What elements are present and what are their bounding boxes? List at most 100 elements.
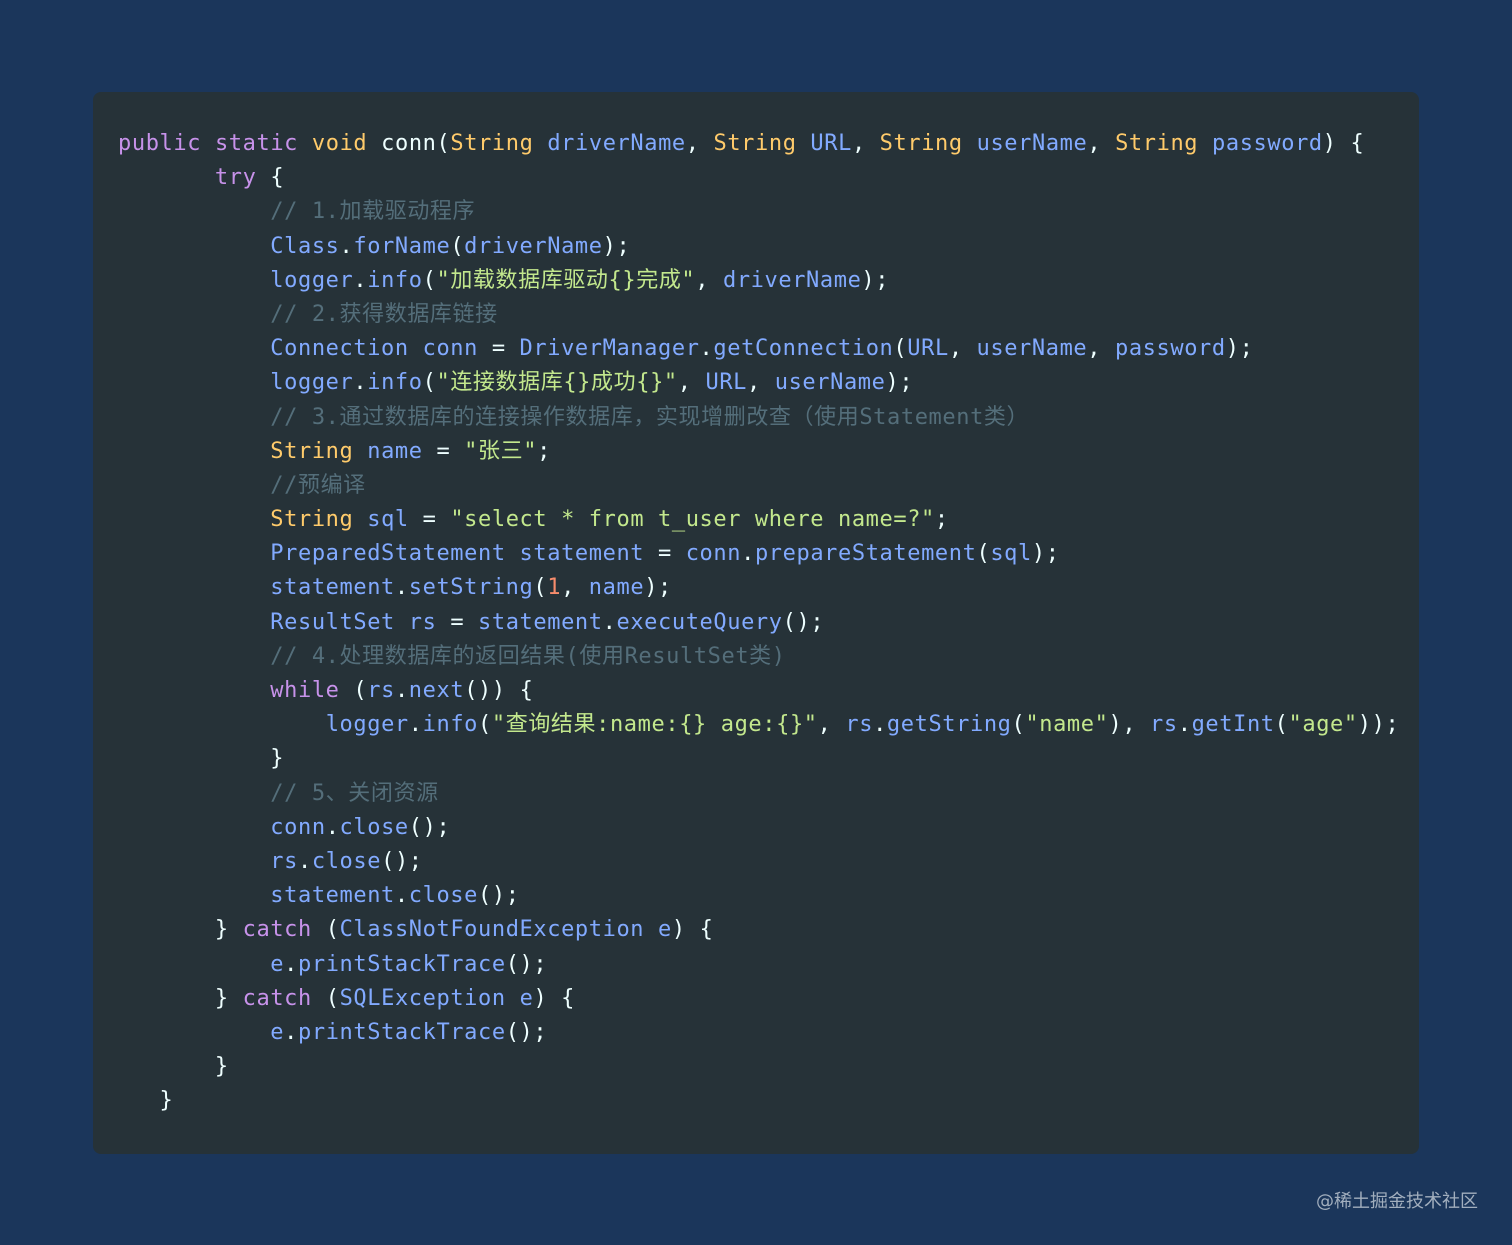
code-token: ( — [1274, 712, 1289, 738]
code-token: printStackTrace — [298, 951, 506, 977]
code-line: try { — [118, 161, 1399, 195]
code-token: forName — [353, 233, 451, 259]
code-token: rs — [1150, 712, 1178, 738]
code-token: (); — [478, 883, 520, 909]
code-token: setString — [408, 575, 534, 601]
code-token: (); — [408, 814, 451, 840]
code-token: rs — [367, 678, 395, 703]
code-token: . — [394, 883, 409, 909]
code-token: ; — [537, 438, 551, 464]
code-token: String — [879, 131, 963, 156]
code-token: } — [214, 917, 243, 943]
code-token: = — [408, 507, 451, 533]
code-token: , — [851, 131, 880, 156]
code-token: next — [408, 678, 465, 703]
code-token: executeQuery — [616, 609, 783, 635]
code-token: e — [270, 951, 285, 977]
code-line: String name = "张三"; — [118, 435, 1399, 469]
code-token: , — [1087, 336, 1115, 362]
code-token: . — [602, 609, 617, 635]
code-token: ); — [602, 233, 631, 259]
code-token: conn — [270, 814, 326, 840]
code-token: ) { — [671, 917, 714, 943]
code-token: rs — [270, 848, 298, 874]
code-token: ); — [644, 575, 672, 601]
code-token: . — [394, 678, 409, 703]
code-token: try — [214, 165, 257, 191]
code-token: logger — [325, 712, 409, 738]
code-line: } — [118, 1050, 1399, 1084]
code-token: (); — [381, 848, 423, 874]
code-token: URL — [907, 336, 949, 362]
code-token: . — [325, 814, 340, 840]
code-line: logger.info("加载数据库驱动{}完成", driverName); — [118, 264, 1399, 298]
code-token: . — [1177, 712, 1192, 738]
code-line: } catch (ClassNotFoundException e) { — [118, 913, 1399, 947]
code-token: = — [436, 609, 479, 635]
code-line: statement.close(); — [118, 879, 1399, 913]
code-token: info — [367, 267, 423, 293]
code-line: // 5、关闭资源 — [118, 777, 1399, 811]
code-line: } — [118, 1084, 1399, 1118]
code-token: "age" — [1288, 712, 1358, 738]
code-token: { — [256, 165, 285, 191]
code-line: while (rs.next()) { — [118, 674, 1399, 708]
code-token: ( — [533, 575, 548, 601]
code-token: ; — [934, 507, 949, 533]
code-token: ) { — [533, 985, 575, 1011]
code-token: "加载数据库驱动{}完成" — [436, 267, 696, 293]
code-token: ); — [1031, 541, 1060, 567]
code-token: Connection — [270, 336, 409, 362]
code-token: e — [658, 917, 672, 943]
code-token: close — [339, 814, 409, 840]
code-token: . — [699, 336, 714, 362]
code-token: info — [367, 370, 423, 396]
code-token: //预编译 — [270, 472, 366, 498]
code-token: ( — [339, 678, 368, 703]
code-token: } — [214, 1054, 229, 1080]
code-line: PreparedStatement statement = conn.prepa… — [118, 537, 1399, 571]
code-token: )); — [1357, 712, 1400, 738]
code-token: statement — [270, 575, 395, 601]
code-token: , — [685, 131, 714, 156]
code-token: = — [478, 336, 520, 362]
code-block: public static void conn(String driverNam… — [118, 127, 1399, 1118]
code-token: String — [1115, 131, 1199, 156]
code-token: static — [214, 131, 299, 156]
code-line: // 1.加载驱动程序 — [118, 195, 1399, 229]
code-line: // 2.获得数据库链接 — [118, 298, 1399, 332]
code-token: "连接数据库{}成功{}" — [436, 370, 678, 396]
code-token: (); — [505, 1019, 548, 1045]
code-token: "查询结果:name:{} age:{}" — [491, 712, 818, 738]
code-token: logger — [270, 267, 354, 293]
code-token: . — [408, 712, 423, 738]
code-token: rs — [408, 609, 437, 635]
code-token: . — [741, 541, 755, 567]
code-token: ); — [861, 267, 890, 293]
code-token: ( — [422, 267, 437, 293]
code-token: ( — [976, 541, 991, 567]
code-token: // 5、关闭资源 — [270, 780, 439, 806]
code-line: ResultSet rs = statement.executeQuery(); — [118, 606, 1399, 640]
